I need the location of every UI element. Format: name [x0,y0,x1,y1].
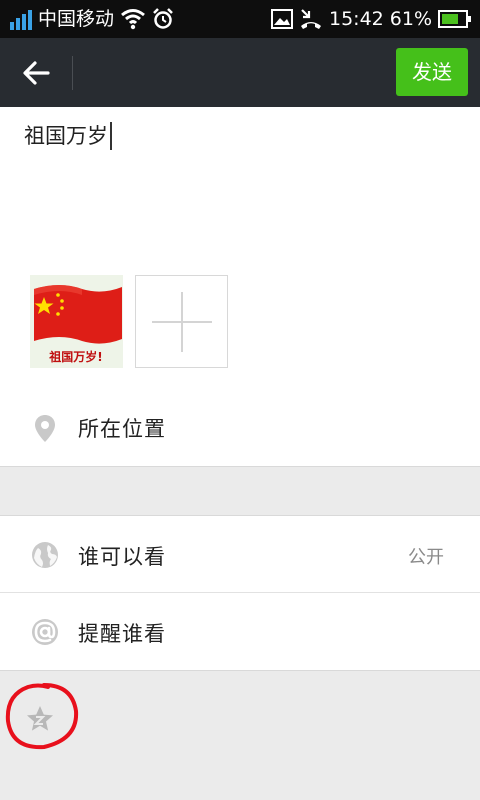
mention-label: 提醒谁看 [78,622,166,646]
status-left: 中国移动 [10,6,174,32]
status-right: 15:42 61% [271,6,472,32]
image-caption: 祖国万岁! [48,349,102,364]
private-star-button[interactable] [4,681,80,751]
wifi-icon [121,9,145,30]
globe-icon [32,542,58,568]
post-text: 祖国万岁 [24,124,108,148]
compose-area: 祖国万岁 祖国万岁! [0,107,480,387]
gallery-notification-icon [271,9,293,29]
missed-call-icon [301,9,321,29]
post-text-input[interactable]: 祖国万岁 [24,121,112,151]
bottom-area [0,671,480,800]
carrier-name: 中国移动 [38,8,115,30]
star-icon [27,706,53,731]
back-arrow-icon [23,61,50,85]
at-sign-icon [32,619,58,645]
location-pin-icon [35,415,55,442]
status-bar: 中国移动 15:42 61% [0,0,480,38]
back-button[interactable] [14,52,58,94]
add-photo-button[interactable] [135,275,228,368]
location-label: 所在位置 [78,417,166,441]
alarm-icon [153,8,173,29]
visibility-value: 公开 [408,547,444,568]
section-gap [0,467,480,515]
text-cursor [110,122,112,150]
clock: 15:42 [329,8,384,30]
location-row[interactable]: 所在位置 [0,387,480,467]
battery-icon [438,10,471,28]
attached-image-thumbnail[interactable]: 祖国万岁! [30,275,123,368]
signal-icon [10,8,32,30]
title-bar: 发送 [0,38,480,107]
visibility-label: 谁可以看 [78,545,166,569]
battery-percent: 61% [389,8,432,30]
visibility-row[interactable]: 谁可以看 公开 [0,515,480,593]
mention-row[interactable]: 提醒谁看 [0,593,480,671]
send-button[interactable]: 发送 [396,48,468,96]
china-flag-image: 祖国万岁! [30,275,123,368]
title-divider [72,56,73,90]
